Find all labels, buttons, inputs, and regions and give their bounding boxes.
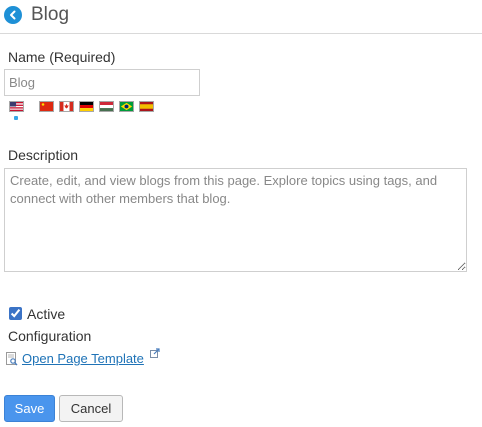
flag-hu-icon[interactable] <box>99 101 114 112</box>
save-button[interactable]: Save <box>4 395 55 422</box>
open-page-template-link[interactable]: Open Page Template <box>22 351 144 367</box>
flag-de-icon[interactable] <box>79 101 94 112</box>
flag-ca-icon[interactable] <box>59 101 74 112</box>
back-button[interactable] <box>4 6 22 24</box>
flag-es-icon[interactable] <box>139 101 154 112</box>
description-label: Description <box>8 147 79 163</box>
selected-language-indicator <box>14 116 18 120</box>
chevron-left-icon <box>10 10 16 20</box>
flag-us-icon[interactable] <box>9 101 24 112</box>
name-label: Name (Required) <box>8 49 116 65</box>
flag-cn-icon[interactable] <box>39 101 54 112</box>
active-label: Active <box>27 306 66 322</box>
configuration-label: Configuration <box>8 328 92 344</box>
page-title: Blog <box>31 4 70 25</box>
page-template-icon <box>6 352 18 366</box>
name-input[interactable] <box>4 69 200 96</box>
page-header: Blog <box>0 0 482 33</box>
cancel-button[interactable]: Cancel <box>59 395 123 422</box>
header-divider <box>0 33 482 34</box>
external-link-icon <box>150 348 160 358</box>
description-textarea[interactable]: Create, edit, and view blogs from this p… <box>4 168 467 272</box>
edit-page-form: Blog Name (Required) Blog Description Cr… <box>0 0 482 427</box>
active-checkbox[interactable] <box>9 307 22 320</box>
flag-br-icon[interactable] <box>119 101 134 112</box>
